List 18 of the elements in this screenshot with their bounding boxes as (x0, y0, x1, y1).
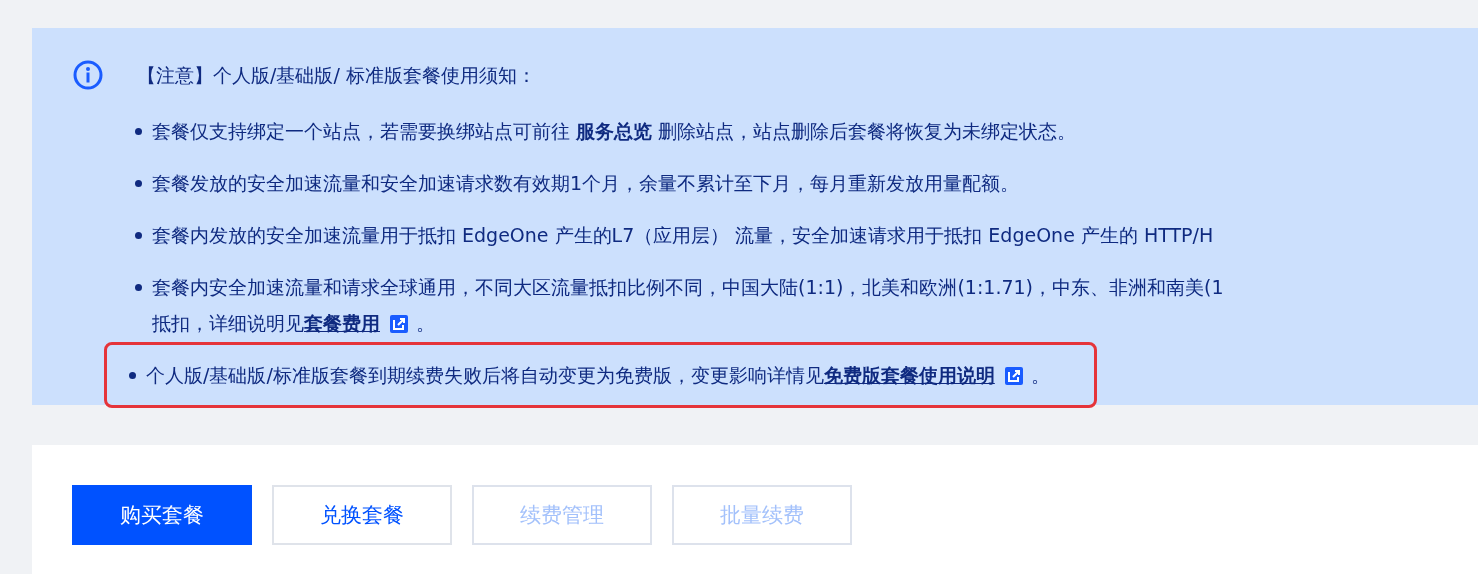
bullet-dot (135, 284, 142, 291)
action-button[interactable]: 购买套餐 (72, 485, 252, 545)
notice-text: 个人版/基础版/标准版套餐到期续费失败后将自动变更为免费版，变更影响详情见免费版套餐使用说明 。 (146, 363, 1050, 388)
notice-text: 套餐内安全加速流量和请求全球通用，不同大区流量抵扣比例不同，中国大陆(1:1)，北美和欧洲(1:1.71)，中东、非洲和南美(1 抵扣，详细说明见套餐费用 。 (152, 275, 1224, 336)
bullet-dot (135, 180, 142, 187)
notice-title: 【注意】个人版/基础版/ 标准版套餐使用须知： (137, 63, 536, 88)
external-link-icon[interactable] (390, 315, 408, 333)
action-button[interactable]: 兑换套餐 (272, 485, 452, 545)
bullet-dot (129, 372, 136, 379)
doc-link[interactable]: 套餐费用 (304, 312, 380, 334)
notice-text: 套餐仅支持绑定一个站点，若需要换绑站点可前往 服务总览 删除站点，站点删除后套餐将恢复为未绑定状态。 (152, 119, 1077, 144)
notice-text: 套餐内发放的安全加速流量用于抵扣 EdgeOne 产生的L7（应用层） 流量，安全加速请求用于抵扣 EdgeOne 产生的 HTTP/H (152, 223, 1214, 248)
notice-text: 套餐发放的安全加速流量和安全加速请求数有效期1个月，余量不累计至下月，每月重新发放用量配额。 (152, 171, 1020, 196)
info-icon (72, 59, 104, 91)
external-link-icon[interactable] (1004, 367, 1023, 385)
bullet-dot (135, 232, 142, 239)
bullet-dot (135, 128, 142, 135)
doc-link[interactable]: 免费版套餐使用说明 (823, 364, 995, 386)
